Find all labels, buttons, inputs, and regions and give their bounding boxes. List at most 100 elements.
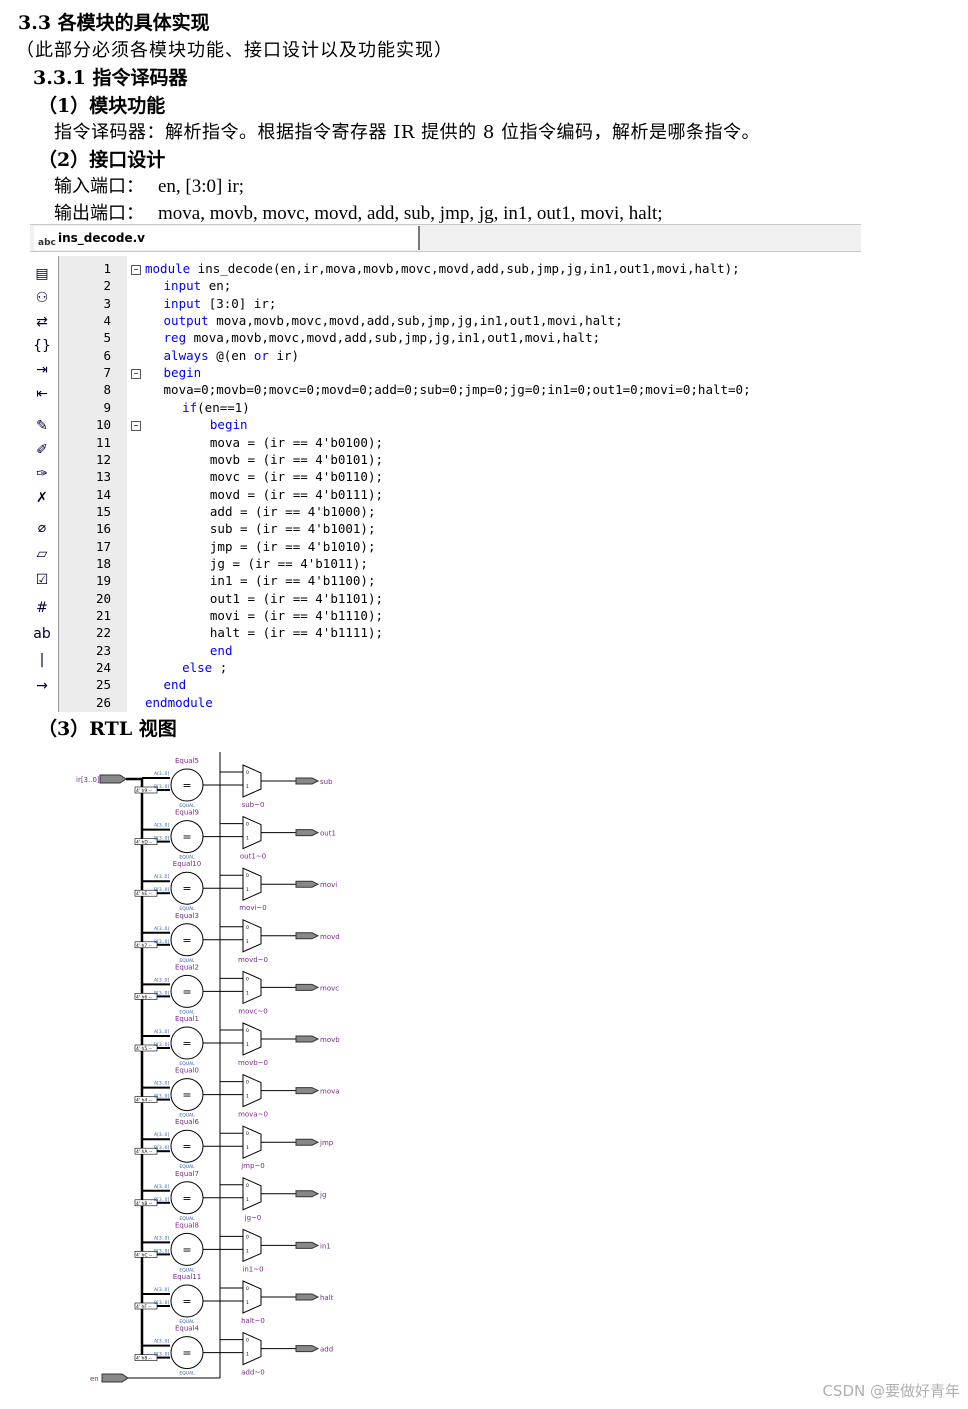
comment-icon[interactable]: ▱ (32, 544, 52, 564)
cursor-icon[interactable]: | (32, 650, 52, 670)
indent-icon[interactable]: ⇥ (32, 360, 52, 380)
code-line: movi = (ir == 4'b1110); (209, 608, 384, 623)
comparator-pin-b: B[3..0] (154, 887, 169, 893)
section-note: （此部分必须各模块功能、接口设计以及功能实现） (16, 40, 453, 61)
binoculars-icon[interactable]: ⚇ (32, 288, 52, 308)
comparator-symbol: = (182, 882, 191, 895)
code-line: add = (ir == 4'b1000); (209, 503, 376, 519)
mux-name: movc~0 (238, 1007, 267, 1015)
comparator-pin-a: A[3..0] (154, 874, 169, 880)
bookmark-prev-icon[interactable]: ✑ (32, 464, 52, 484)
comparator-pin-b: B[3..0] (154, 1248, 169, 1254)
line-number: 9 (103, 399, 111, 415)
input-port-label: 输入端口： (54, 176, 144, 197)
code-area[interactable]: 1 2 3 4 5 6 7 8 9 10 11 12 13 14 15 16 17 18 19 20 21 22 23 24 2… (58, 256, 862, 712)
comparator-symbol: = (182, 1089, 191, 1102)
comparator-pin-b: B[3..0] (154, 1352, 169, 1358)
comparator-name: Equal3 (175, 912, 199, 920)
constant-label: 4' h9 -- (136, 788, 152, 794)
output-port (295, 1190, 320, 1198)
arrow-icon[interactable]: → (32, 676, 52, 696)
mux-shape (242, 1022, 262, 1056)
code-line: movc = (ir == 4'b0110); (209, 469, 384, 485)
comparator-name: Equal8 (175, 1221, 199, 1229)
code-line: endmodule (145, 694, 213, 710)
line-number: 25 (95, 677, 111, 693)
mux-name: halt~0 (241, 1317, 265, 1325)
subsection-title: 3.3.1 指令译码器 (33, 67, 188, 89)
line-number: 10 (95, 417, 111, 433)
bookmark-clear-icon[interactable]: ✗ (32, 488, 52, 508)
mux-pin-1: 1 (246, 836, 249, 842)
constant-label: 4' hE -- (136, 891, 152, 897)
line-number: 23 (95, 642, 111, 658)
code-line: mova=0;movb=0;movc=0;movd=0;add=0;sub=0;… (163, 382, 751, 398)
mux-pin-1: 1 (246, 1145, 249, 1151)
comparator-name: Equal5 (175, 757, 199, 765)
mux-pin-1: 1 (246, 1248, 249, 1254)
mux-shape (242, 1177, 262, 1211)
code-line: begin (209, 417, 248, 433)
mux-pin-1: 1 (246, 784, 249, 790)
mux-shape (242, 1125, 262, 1159)
mux-pin-0: 0 (246, 770, 249, 776)
code-line: movb = (ir == 4'b0101); (209, 451, 384, 467)
comparator-pin-b: B[3..0] (154, 836, 169, 842)
editor-tab[interactable]: abc ins_decode.v (34, 226, 420, 250)
line-number: 3 (103, 295, 111, 311)
code-line: out1 = (ir == 4'b1101); (209, 590, 384, 606)
find-replace-icon[interactable]: ⇄ (32, 312, 52, 332)
outdent-icon[interactable]: ⇤ (32, 384, 52, 404)
file-icon[interactable]: ▤ (32, 264, 52, 284)
text-icon[interactable]: ab (32, 624, 52, 644)
comparator-pin-a: A[3..0] (154, 1184, 169, 1190)
code-line: jmp = (ir == 4'b1010); (209, 538, 376, 554)
bookmark-next-icon[interactable]: ✐ (32, 440, 52, 460)
mux-pin-1: 1 (246, 1094, 249, 1100)
output-port-label: movi (320, 881, 337, 889)
constant-label: 4' h4 -- (136, 1098, 152, 1104)
fold-toggle-icon[interactable]: − (131, 265, 141, 275)
en-input-port (101, 1373, 129, 1383)
mux-shape (242, 970, 262, 1005)
comparator-symbol: = (182, 1295, 191, 1308)
code-line: reg mova,movb,movc,movd,add,sub,jmp,jg,i… (163, 330, 601, 346)
comparator-pin-a: A[3..0] (154, 1287, 169, 1293)
template-icon[interactable]: ☑ (32, 570, 52, 590)
section-title: 3.3 各模块的具体实现 (18, 12, 210, 34)
attach-icon[interactable]: ⌀ (32, 518, 52, 538)
mux-pin-0: 0 (246, 822, 249, 828)
input-port-list: en, [3:0] ir; (158, 176, 245, 197)
code-line: input en; (163, 278, 232, 294)
line-number-icon[interactable]: # (32, 598, 52, 618)
comparator-symbol: = (182, 1140, 191, 1153)
line-number: 17 (95, 538, 111, 554)
comparator-name: Equal7 (175, 1170, 199, 1178)
fold-toggle-icon[interactable]: − (131, 369, 141, 380)
bookmark-icon[interactable]: ✎ (32, 416, 52, 436)
constant-label: 4' hA -- (136, 1149, 153, 1155)
fold-toggle-icon[interactable]: − (131, 421, 141, 432)
comparator-type: EQUAL (179, 1371, 195, 1377)
constant-label: 4' h7 -- (136, 943, 152, 949)
comparator-pin-b: B[3..0] (154, 990, 169, 996)
code-line: movd = (ir == 4'b0111); (209, 486, 384, 502)
mux-name: mova~0 (238, 1111, 268, 1119)
mux-pin-0: 0 (246, 1183, 249, 1189)
output-port-list: mova, movb, movc, movd, add, sub, jmp, j… (158, 203, 663, 224)
braces-icon[interactable]: {} (32, 336, 52, 356)
comparator-symbol: = (182, 831, 191, 844)
code-line: begin (163, 365, 202, 381)
comparator-symbol: = (182, 1192, 191, 1205)
editor-tab-label: ins_decode.v (58, 231, 145, 245)
abc-file-icon: abc (38, 238, 56, 248)
output-port-label: in1 (320, 1242, 331, 1250)
output-port (295, 1035, 320, 1043)
code-editor-screenshot: abc ins_decode.v ▤ ⚇ ⇄{} ⇥ ⇤ ✎ ✐ ✑ ✗ ⌀ ▱ ☑ # ab | → 1234… (30, 224, 862, 712)
code-line: jg = (ir == 4'b1011); (209, 555, 368, 571)
line-number: 24 (95, 660, 111, 676)
comparator-pin-b: B[3..0] (154, 1042, 169, 1048)
code-line: end (209, 642, 233, 658)
mux-pin-1: 1 (246, 1300, 249, 1306)
output-port-label: add (320, 1346, 333, 1354)
